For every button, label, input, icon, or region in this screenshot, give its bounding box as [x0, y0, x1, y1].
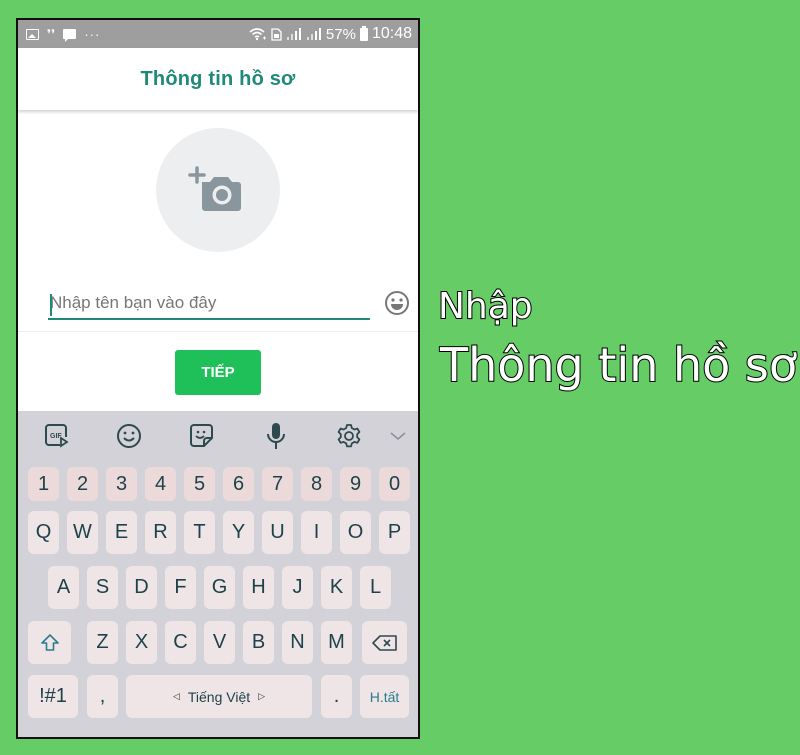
key-4[interactable]: 4 [145, 467, 176, 501]
key-a[interactable]: A [48, 566, 79, 609]
footsteps-icon: ❜❜ [47, 27, 56, 41]
sim-icon [271, 27, 282, 41]
add-photo-button[interactable] [156, 128, 280, 252]
caption-line-2: Thông tin hồ sơ [439, 337, 798, 393]
voice-input-button[interactable] [261, 421, 291, 451]
sticker-button[interactable] [187, 421, 217, 451]
space-label: ◁ Tiếng Việt ▷ [173, 689, 265, 705]
more-dots-icon: ··· [84, 26, 101, 42]
chat-icon [63, 29, 77, 42]
symbols-key[interactable]: !#1 [28, 675, 78, 718]
key-6[interactable]: 6 [223, 467, 254, 501]
backspace-icon [371, 634, 397, 651]
key-5[interactable]: 5 [184, 467, 215, 501]
emoji-icon [117, 424, 141, 448]
keyboard-settings-button[interactable] [334, 421, 364, 451]
signal-1-icon [286, 28, 301, 40]
key-t[interactable]: T [184, 511, 215, 554]
key-9[interactable]: 9 [340, 467, 371, 501]
status-bar: ❜❜ ··· 57% 10:48 [18, 20, 418, 48]
key-b[interactable]: B [243, 621, 274, 664]
key-c[interactable]: C [165, 621, 196, 664]
collapse-keyboard-button[interactable] [383, 421, 413, 451]
divider [18, 331, 418, 332]
key-j[interactable]: J [282, 566, 313, 609]
key-k[interactable]: K [321, 566, 352, 609]
page-title: Thông tin hồ sơ [140, 67, 296, 90]
key-x[interactable]: X [126, 621, 157, 664]
app-header: Thông tin hồ sơ [18, 48, 418, 110]
gallery-icon [26, 28, 39, 40]
key-y[interactable]: Y [223, 511, 254, 554]
add-camera-icon [188, 166, 241, 211]
sticker-icon [190, 424, 213, 447]
comma-key[interactable]: , [87, 675, 118, 718]
shift-key[interactable] [28, 621, 71, 664]
mic-icon [267, 423, 285, 449]
emoji-keyboard-button[interactable] [114, 421, 144, 451]
keyboard: G I F 1 2 3 4 5 6 7 8 9 0 Q W E R T Y U I … [18, 411, 418, 737]
key-l[interactable]: L [360, 566, 391, 609]
settings-icon [337, 424, 361, 448]
key-h[interactable]: H [243, 566, 274, 609]
key-2[interactable]: 2 [67, 467, 98, 501]
language-left-icon: ◁ [172, 691, 180, 701]
signal-2-icon [306, 28, 321, 40]
key-u[interactable]: U [262, 511, 293, 554]
language-right-icon: ▷ [258, 691, 266, 701]
key-g[interactable]: G [204, 566, 235, 609]
key-w[interactable]: W [67, 511, 98, 554]
shift-icon [40, 633, 59, 651]
text-caret [50, 294, 52, 316]
gif-icon: GIF [45, 424, 69, 448]
key-r[interactable]: R [145, 511, 176, 554]
space-key[interactable]: ◁ Tiếng Việt ▷ [126, 675, 312, 718]
collapse-chevron-icon [390, 432, 406, 440]
key-0[interactable]: 0 [379, 467, 410, 501]
key-v[interactable]: V [204, 621, 235, 664]
emoji-button[interactable] [384, 290, 410, 316]
phone-screen: ❜❜ ··· 57% 10:48 Thông tin hồ sơ Nhập tê… [16, 18, 420, 739]
gif-button[interactable]: GIF [42, 421, 72, 451]
key-i[interactable]: I [301, 511, 332, 554]
key-3[interactable]: 3 [106, 467, 137, 501]
key-s[interactable]: S [87, 566, 118, 609]
profile-form: TIẾP [18, 110, 418, 411]
battery-percent: 57% [325, 25, 356, 43]
key-e[interactable]: E [106, 511, 137, 554]
period-key[interactable]: . [321, 675, 352, 718]
caption-line-1: Nhập [437, 285, 534, 328]
name-input[interactable] [48, 288, 370, 320]
key-f[interactable]: F [165, 566, 196, 609]
keyboard-toolbar: GIF [18, 411, 418, 461]
key-7[interactable]: 7 [262, 467, 293, 501]
key-m[interactable]: M [321, 621, 352, 664]
key-n[interactable]: N [282, 621, 313, 664]
key-1[interactable]: 1 [28, 467, 59, 501]
battery-icon [359, 25, 368, 41]
clock: 10:48 [371, 25, 412, 42]
key-d[interactable]: D [126, 566, 157, 609]
wifi-icon [249, 28, 266, 41]
key-z[interactable]: Z [87, 621, 118, 664]
space-language-text: Tiếng Việt [187, 688, 251, 705]
next-button[interactable]: TIẾP [175, 350, 261, 395]
name-row [48, 280, 410, 326]
key-p[interactable]: P [379, 511, 410, 554]
backspace-key[interactable] [362, 621, 407, 664]
key-o[interactable]: O [340, 511, 371, 554]
key-8[interactable]: 8 [301, 467, 332, 501]
key-q[interactable]: Q [28, 511, 59, 554]
done-key[interactable]: H.tất [360, 675, 409, 718]
